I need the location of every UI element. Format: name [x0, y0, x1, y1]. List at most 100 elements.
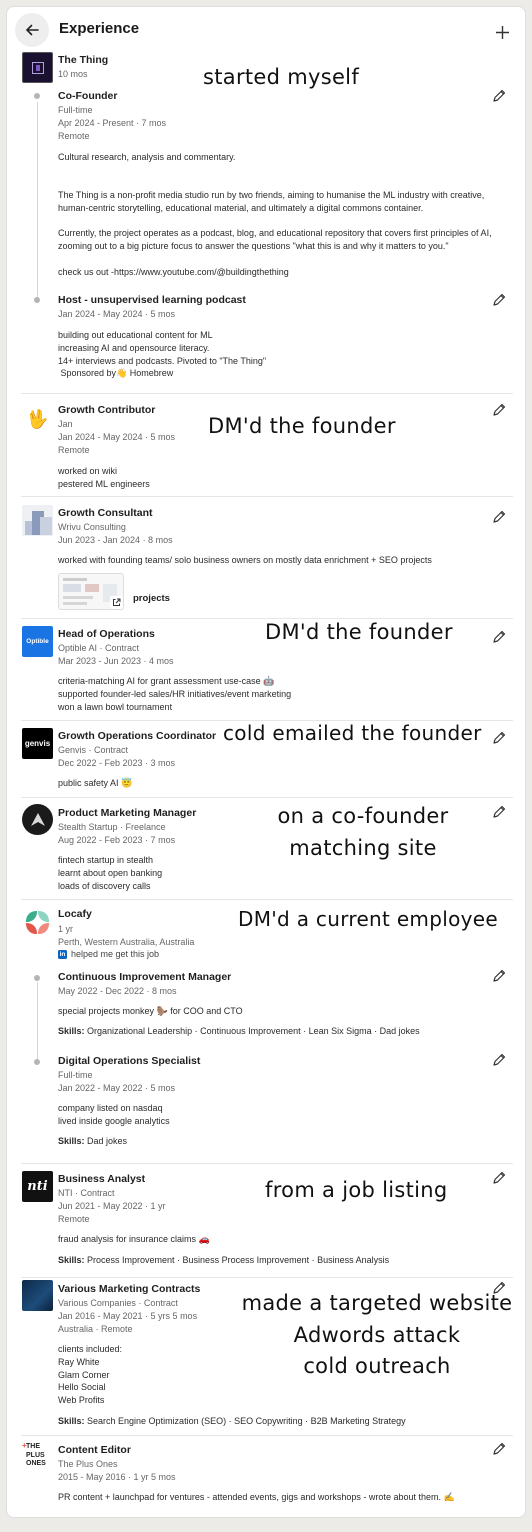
back-button[interactable] [15, 13, 49, 47]
the-thing-logo [22, 52, 53, 83]
divider [21, 496, 513, 497]
role-description: building out educational content for ML … [58, 330, 267, 379]
logo-text: THE PLUS ONES [26, 1443, 46, 1467]
pencil-icon [493, 630, 506, 643]
company-name: Genvis · Contract [58, 745, 129, 755]
role-title[interactable]: Growth Contributor [58, 404, 155, 417]
role-title[interactable]: Product Marketing Manager [58, 807, 196, 820]
timeline-dot [34, 297, 40, 303]
timeline-dot [34, 1059, 40, 1065]
role-dates: Mar 2023 - Jun 2023 · 4 mos [58, 656, 174, 666]
edit-button[interactable] [492, 403, 506, 417]
various-logo [22, 1280, 53, 1311]
annotation: from a job listing [265, 1178, 448, 1202]
role-dates: Jan 2022 - May 2022 · 5 mos [58, 1083, 176, 1093]
company-name: Jan [58, 419, 73, 429]
role-description: worked with founding teams/ solo busines… [58, 555, 432, 565]
role-location: Australia · Remote [58, 1324, 133, 1334]
company-name[interactable]: The Thing [58, 54, 108, 67]
pencil-icon [493, 805, 506, 818]
skills-label: Skills: [58, 1026, 85, 1036]
edit-button[interactable] [492, 1053, 506, 1067]
role-title[interactable]: Continuous Improvement Manager [58, 971, 231, 984]
divider [21, 1435, 513, 1436]
optible-logo: Optible [22, 626, 53, 657]
edit-button[interactable] [492, 293, 506, 307]
pencil-icon [493, 1053, 506, 1066]
logo-text: Optible [26, 638, 49, 645]
role-description: The Thing is a non-profit media studio r… [58, 190, 487, 213]
company-name: The Plus Ones [58, 1459, 118, 1469]
company-name: NTI · Contract [58, 1188, 115, 1198]
role-skills: Skills: Search Engine Optimization (SEO)… [58, 1415, 406, 1427]
role-dates: Jun 2021 - May 2022 · 1 yr [58, 1201, 166, 1211]
skills-list: Dad jokes [84, 1136, 128, 1146]
divider [21, 618, 513, 619]
logo-text: nti [27, 1179, 48, 1194]
role-description: public safety AI 😇 [58, 778, 133, 788]
pencil-icon [493, 1442, 506, 1455]
role-title[interactable]: Growth Operations Coordinator [58, 730, 216, 743]
edit-button[interactable] [492, 805, 506, 819]
role-type: Full-time [58, 1070, 93, 1080]
edit-button[interactable] [492, 630, 506, 644]
role-dates: Jan 2016 - May 2021 · 5 yrs 5 mos [58, 1311, 198, 1321]
divider [21, 393, 513, 394]
pencil-icon [493, 731, 506, 744]
external-link-icon [113, 598, 121, 606]
pencil-icon [493, 293, 506, 306]
company-name: Wrivu Consulting [58, 522, 126, 532]
role-title[interactable]: Host - unsupervised learning podcast [58, 294, 246, 307]
role-description: PR content + launchpad for ventures - at… [58, 1492, 455, 1502]
annotation: started myself [203, 65, 360, 89]
role-title[interactable]: Business Analyst [58, 1173, 145, 1186]
edit-button[interactable] [492, 969, 506, 983]
edit-button[interactable] [492, 89, 506, 103]
role-title[interactable]: Head of Operations [58, 628, 155, 641]
edit-button[interactable] [492, 731, 506, 745]
arrow-left-icon [25, 24, 39, 36]
linkedin-icon: in [58, 950, 67, 959]
linkedin-note: helped me get this job [71, 949, 160, 959]
jan-logo: 🖖 [22, 404, 53, 435]
role-skills: Skills: Process Improvement · Business P… [58, 1254, 389, 1266]
media-label[interactable]: projects [133, 592, 170, 605]
skills-list: Process Improvement · Business Process I… [84, 1255, 390, 1265]
role-skills: Skills: Dad jokes [58, 1135, 127, 1147]
annotation: matching site [289, 836, 437, 860]
pencil-icon [493, 1171, 506, 1184]
role-description: worked on wiki pestered ML engineers [58, 466, 150, 489]
edit-button[interactable] [492, 1171, 506, 1185]
plus-icon [495, 25, 509, 39]
annotation: made a targeted website [241, 1291, 513, 1315]
role-dates: 2015 - May 2016 · 1 yr 5 mos [58, 1472, 176, 1482]
skills-label: Skills: [58, 1416, 85, 1426]
skills-label: Skills: [58, 1136, 85, 1146]
role-dates: Jan 2024 - May 2024 · 5 mos [58, 432, 176, 442]
nti-logo: nti [22, 1171, 53, 1202]
role-title[interactable]: Co-Founder [58, 90, 118, 103]
role-title[interactable]: Growth Consultant [58, 507, 153, 520]
role-title[interactable]: Digital Operations Specialist [58, 1055, 200, 1068]
role-description-link[interactable]: check us out -https://www.youtube.com/@b… [58, 266, 289, 279]
role-title[interactable]: Content Editor [58, 1444, 131, 1457]
role-dates: Jun 2023 - Jan 2024 · 8 mos [58, 535, 173, 545]
role-title[interactable]: Various Marketing Contracts [58, 1283, 200, 1296]
role-dates: Jan 2024 - May 2024 · 5 mos [58, 309, 176, 319]
annotation: DM'd a current employee [238, 907, 498, 931]
pencil-icon [493, 89, 506, 102]
locafy-logo [22, 908, 53, 939]
skills-list: Organizational Leadership · Continuous I… [84, 1026, 420, 1036]
divider [21, 899, 513, 900]
company-name[interactable]: Locafy [58, 908, 92, 921]
annotation: on a co-founder [277, 804, 449, 828]
pencil-icon [493, 510, 506, 523]
role-description: company listed on nasdaq lived inside go… [58, 1103, 170, 1126]
edit-button[interactable] [492, 510, 506, 524]
company-name: Stealth Startup · Freelance [58, 822, 166, 832]
media-thumbnail[interactable] [58, 573, 124, 610]
wrivu-logo [22, 505, 53, 536]
add-experience-button[interactable] [491, 21, 513, 43]
role-location: Remote [58, 1214, 90, 1224]
edit-button[interactable] [492, 1442, 506, 1456]
